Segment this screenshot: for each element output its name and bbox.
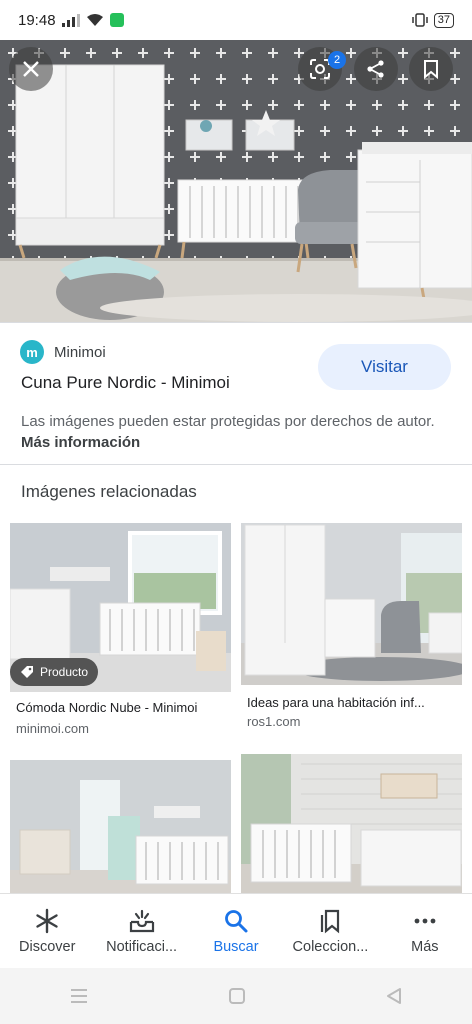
battery-indicator: 37	[433, 12, 454, 28]
hero-image[interactable]: 2	[0, 40, 472, 322]
close-icon	[23, 61, 39, 77]
source-logo: m	[20, 340, 44, 364]
product-tag: Producto	[10, 658, 99, 686]
tag-icon	[21, 666, 33, 678]
share-icon	[367, 60, 384, 78]
result-title[interactable]: Cuna Pure Nordic - Minimoi	[21, 373, 230, 393]
inbox-bell-icon	[129, 909, 154, 933]
related-source-1: minimoi.com	[16, 721, 89, 736]
asterisk-icon	[36, 908, 58, 934]
source-name: Minimoi	[54, 343, 106, 361]
recents-icon[interactable]	[69, 987, 89, 1005]
related-title-1[interactable]: Cómoda Nordic Nube - Minimoi	[16, 700, 231, 715]
clock: 19:48	[18, 11, 56, 29]
lens-badge: 2	[328, 51, 346, 69]
related-title-2[interactable]: Ideas para una habitación inf...	[247, 695, 462, 710]
nav-more[interactable]: Más	[378, 894, 472, 969]
related-heading: Imágenes relacionadas	[21, 482, 197, 501]
nav-notifications[interactable]: Notificaci...	[94, 894, 188, 969]
nav-discover-label: Discover	[19, 939, 76, 955]
save-button[interactable]	[409, 47, 453, 91]
nav-search-label: Buscar	[213, 939, 259, 955]
bookmarks-icon	[321, 909, 340, 934]
nav-more-label: Más	[411, 939, 439, 955]
nav-notifications-label: Notificaci...	[106, 939, 178, 955]
copyright-text: Las imágenes pueden estar protegidas por…	[21, 413, 435, 430]
visit-button[interactable]: Visitar	[318, 344, 451, 390]
nav-search[interactable]: Buscar	[189, 894, 283, 969]
nav-collections-label: Coleccion...	[292, 939, 369, 955]
more-dots-icon	[414, 918, 436, 924]
divider	[0, 322, 472, 323]
bottom-navigation: Discover Notificaci... Buscar Coleccion.…	[0, 893, 472, 969]
copyright-notice: Las imágenes pueden estar protegidas por…	[21, 411, 441, 453]
vibrate-icon	[412, 13, 428, 27]
lens-button[interactable]: 2	[298, 47, 346, 91]
source-row[interactable]: m Minimoi	[20, 340, 106, 364]
home-icon[interactable]	[228, 987, 246, 1005]
back-icon[interactable]	[385, 987, 403, 1005]
more-info-link[interactable]: Más información	[21, 434, 140, 451]
close-button[interactable]	[9, 47, 53, 91]
nav-collections[interactable]: Coleccion...	[283, 894, 377, 969]
signal-icon	[61, 14, 80, 27]
share-button[interactable]	[354, 47, 398, 91]
nav-discover[interactable]: Discover	[0, 894, 94, 969]
related-image-2[interactable]	[241, 523, 462, 685]
bookmark-icon	[424, 60, 438, 79]
product-tag-label: Producto	[40, 665, 89, 679]
system-navigation-bar	[0, 968, 472, 1024]
related-image-3[interactable]	[10, 760, 231, 893]
whatsapp-icon	[109, 13, 124, 27]
divider	[0, 464, 472, 465]
status-bar: 19:48 37	[0, 0, 472, 40]
related-source-2: ros1.com	[247, 714, 301, 729]
wifi-icon	[86, 14, 103, 26]
related-image-4[interactable]	[241, 754, 462, 893]
search-icon	[225, 910, 248, 933]
